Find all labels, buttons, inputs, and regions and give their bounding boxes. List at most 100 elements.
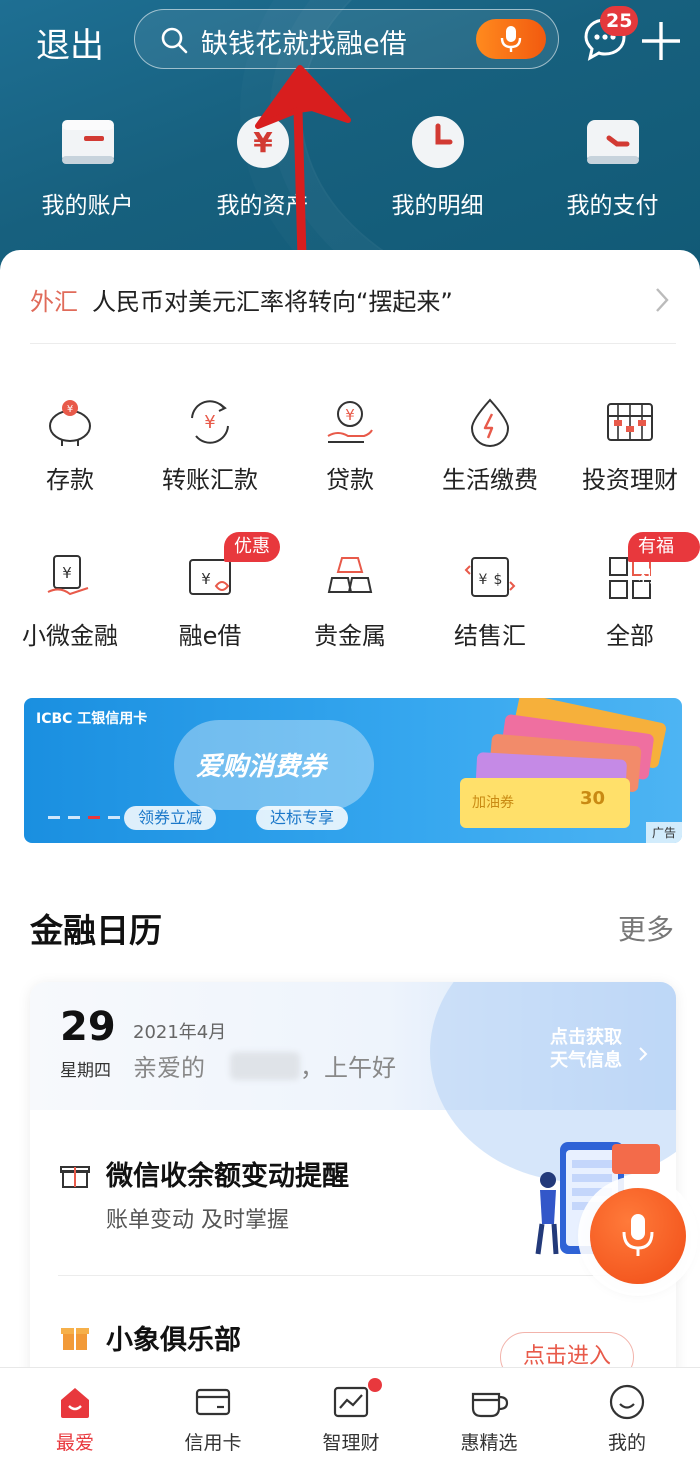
svg-text:¥: ¥ bbox=[62, 564, 72, 582]
weather-link[interactable]: 点击获取 天气信息 bbox=[550, 1026, 622, 1072]
notification-dot bbox=[368, 1378, 382, 1392]
quick-link-label: 我的账户 bbox=[41, 193, 134, 219]
search-icon bbox=[161, 27, 188, 54]
service-fx-exchange[interactable]: ¥ $ 结售汇 bbox=[420, 552, 560, 651]
gift-outline-icon bbox=[60, 1166, 90, 1188]
chevron-right-icon bbox=[639, 1047, 648, 1061]
small-finance-icon: ¥ bbox=[47, 555, 89, 596]
nav-label: 智理财 bbox=[322, 1432, 380, 1454]
chevron-right-icon bbox=[656, 288, 669, 312]
calendar-year-month: 2021年4月 bbox=[133, 1022, 227, 1043]
gold-bars-icon bbox=[327, 557, 373, 593]
message-count-badge: 25 bbox=[600, 6, 639, 36]
notice-text: 人民币对美元汇率将转向“摆起来” bbox=[92, 288, 453, 316]
nav-deals[interactable]: 惠精选 bbox=[434, 1382, 544, 1455]
service-label: 全部 bbox=[606, 622, 654, 650]
service-utilities[interactable]: 生活缴费 bbox=[420, 396, 560, 495]
service-label: 贵金属 bbox=[314, 622, 386, 650]
greeting-prefix: 亲爱的 bbox=[133, 1054, 205, 1082]
quick-link-payment[interactable]: 我的支付 bbox=[525, 112, 700, 220]
nav-favorites[interactable]: 最爱 bbox=[20, 1382, 130, 1455]
notice-tag: 外汇 bbox=[30, 288, 78, 316]
wallet-icon bbox=[586, 120, 639, 164]
search-bar[interactable]: 缺钱花就找融e借 bbox=[134, 9, 559, 69]
service-transfer[interactable]: ¥ 转账汇款 bbox=[140, 396, 280, 495]
bottom-nav: 最爱 信用卡 智理财 惠精选 我的 bbox=[0, 1367, 700, 1464]
more-link[interactable]: 更多 bbox=[618, 908, 674, 948]
exchange-icon: ¥ $ bbox=[464, 557, 516, 597]
section-title: 金融日历 bbox=[30, 911, 162, 950]
service-label: 存款 bbox=[46, 466, 94, 494]
service-investment[interactable]: 投资理财 bbox=[560, 396, 700, 495]
service-deposit[interactable]: ¥ 存款 bbox=[0, 396, 140, 495]
item-title: 小象俱乐部 bbox=[106, 1325, 241, 1356]
service-label: 融e借 bbox=[178, 622, 242, 650]
greeting-suffix: ，上午好 bbox=[300, 1054, 396, 1082]
coupon-label: 加油券 bbox=[472, 795, 514, 811]
chart-line-icon bbox=[333, 1386, 369, 1418]
svg-text:¥: ¥ bbox=[345, 406, 355, 424]
nav-label: 最爱 bbox=[55, 1432, 94, 1454]
quick-link-label: 我的明细 bbox=[391, 193, 484, 219]
loan-hand-icon: ¥ bbox=[327, 401, 373, 443]
svg-text:¥: ¥ bbox=[204, 412, 215, 433]
microphone-icon bbox=[500, 26, 522, 52]
nav-label: 信用卡 bbox=[184, 1432, 242, 1454]
promo-banner[interactable]: ICBC 工银信用卡 爱购消费券 领券立减 达标专享 加油券 30 广告 bbox=[24, 698, 682, 843]
abacus-icon bbox=[607, 403, 653, 441]
service-precious-metals[interactable]: 贵金属 bbox=[280, 552, 420, 651]
weather-line1: 点击获取 bbox=[550, 1027, 622, 1048]
service-label: 转账汇款 bbox=[162, 466, 258, 494]
promo-badge: 优惠 bbox=[224, 532, 280, 562]
clock-icon bbox=[411, 116, 464, 168]
service-label: 小微金融 bbox=[22, 622, 118, 650]
voice-search-button[interactable] bbox=[476, 19, 546, 59]
credit-card-icon bbox=[195, 1388, 231, 1416]
coupon-card-front: 加油券 30 bbox=[460, 778, 630, 828]
transfer-yuan-icon: ¥ bbox=[191, 400, 229, 444]
home-heart-icon bbox=[61, 1388, 89, 1418]
service-small-finance[interactable]: ¥ 小微金融 bbox=[0, 552, 140, 651]
wechat-balance-reminder[interactable]: 微信收余额变动提醒 账单变动 及时掌握 bbox=[60, 1110, 676, 1275]
utility-drop-icon bbox=[470, 398, 510, 447]
exit-button[interactable]: 退出 bbox=[36, 18, 104, 67]
red-annotation-arrow bbox=[255, 65, 351, 262]
service-all[interactable]: 全部 bbox=[560, 552, 700, 651]
calendar-weekday: 星期四 bbox=[60, 1061, 111, 1081]
fx-news-notice[interactable]: 外汇 人民币对美元汇率将转向“摆起来” bbox=[30, 282, 676, 344]
blurred-username bbox=[230, 1052, 300, 1080]
quick-link-account[interactable]: 我的账户 bbox=[0, 112, 175, 220]
item-subtitle: 账单变动 及时掌握 bbox=[106, 1208, 289, 1233]
search-placeholder: 缺钱花就找融e借 bbox=[201, 29, 407, 60]
svg-text:$: $ bbox=[494, 572, 503, 588]
coupon-amount: 30 bbox=[580, 788, 606, 809]
calendar-header: 29 星期四 2021年4月 亲爱的 ，上午好 点击获取 天气信息 bbox=[30, 982, 676, 1182]
service-label: 贷款 bbox=[326, 466, 374, 494]
nav-label: 我的 bbox=[607, 1432, 646, 1454]
item-title: 微信收余额变动提醒 bbox=[106, 1161, 349, 1192]
piggy-bank-icon: ¥ bbox=[49, 400, 91, 446]
nav-label: 惠精选 bbox=[460, 1432, 518, 1454]
ad-label: 广告 bbox=[645, 822, 682, 843]
svg-text:¥: ¥ bbox=[201, 570, 211, 588]
plus-icon[interactable] bbox=[640, 20, 682, 62]
voice-assistant-button[interactable] bbox=[590, 1188, 686, 1284]
gift-icon bbox=[61, 1328, 89, 1350]
service-label: 生活缴费 bbox=[442, 466, 538, 494]
service-e-loan[interactable]: ¥ 融e借 bbox=[140, 552, 280, 651]
weather-line2: 天气信息 bbox=[550, 1050, 622, 1071]
nav-wealth[interactable]: 智理财 bbox=[296, 1382, 406, 1455]
svg-text:¥: ¥ bbox=[479, 572, 488, 588]
svg-text:¥: ¥ bbox=[67, 404, 73, 415]
card-icon bbox=[61, 120, 114, 164]
nav-profile[interactable]: 我的 bbox=[572, 1382, 682, 1455]
service-label: 投资理财 bbox=[582, 466, 678, 494]
quick-link-details[interactable]: 我的明细 bbox=[350, 112, 525, 220]
service-label: 结售汇 bbox=[454, 622, 526, 650]
nav-credit-card[interactable]: 信用卡 bbox=[158, 1382, 268, 1455]
cup-icon bbox=[471, 1392, 509, 1418]
service-loan[interactable]: ¥ 贷款 bbox=[280, 396, 420, 495]
microphone-icon bbox=[622, 1214, 654, 1256]
calendar-day: 29 bbox=[60, 1004, 116, 1050]
banner-pill-right: 达标专享 bbox=[256, 806, 349, 830]
